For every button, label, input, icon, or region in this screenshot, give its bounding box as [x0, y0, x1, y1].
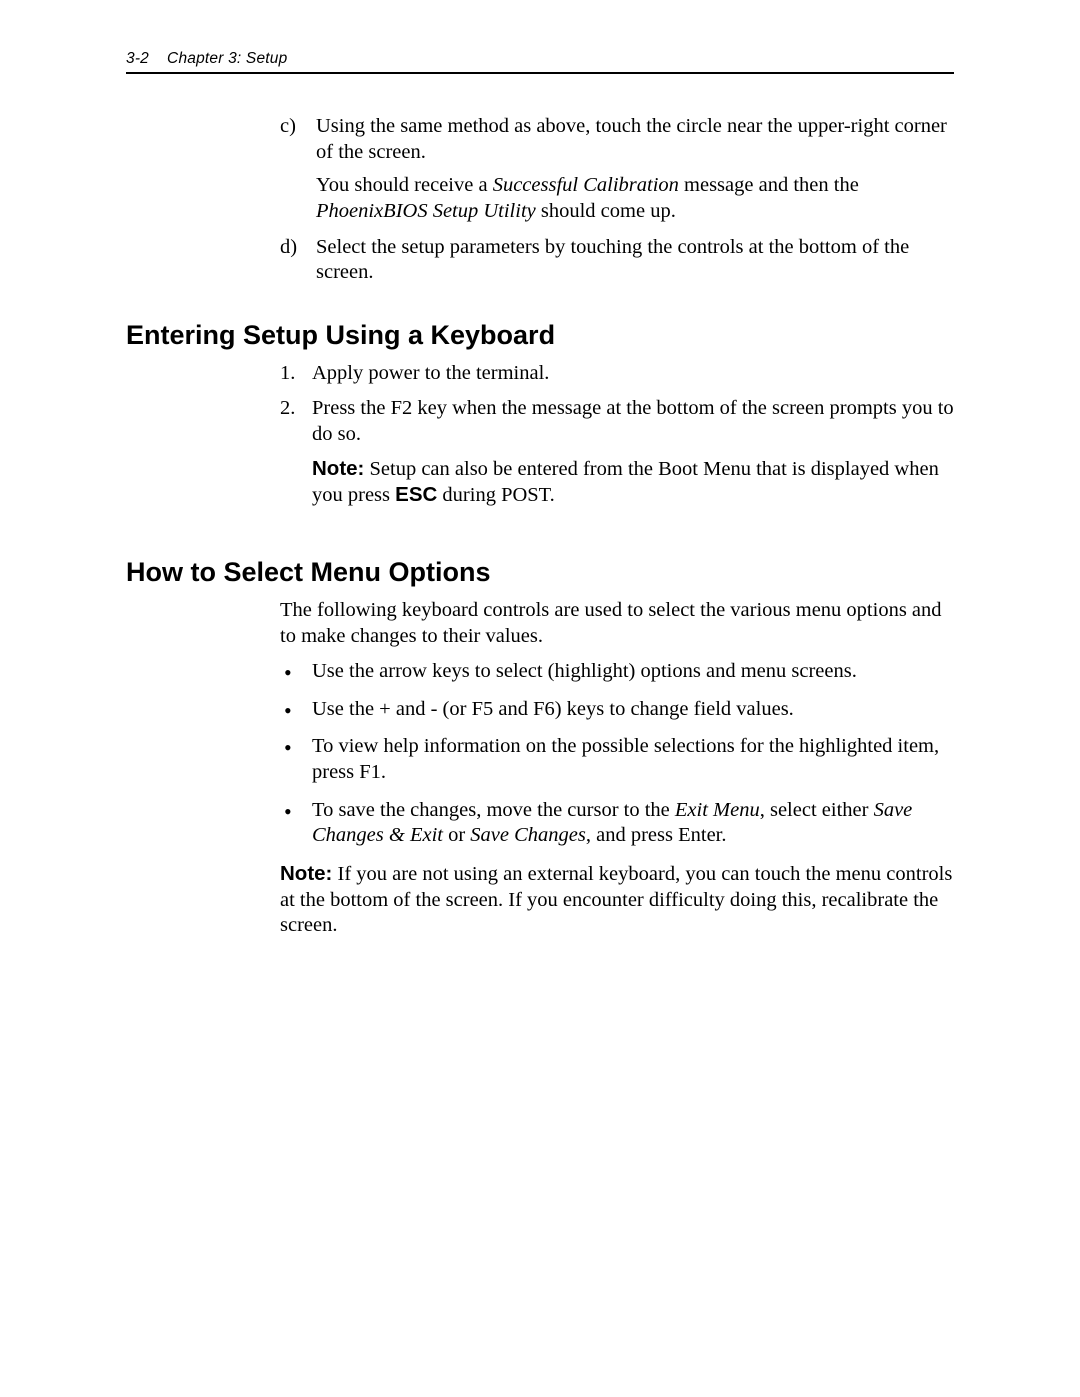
key-esc: ESC — [395, 483, 437, 506]
list-marker-d: d) — [280, 235, 297, 261]
lettered-list: c) Using the same method as above, touch… — [280, 114, 954, 286]
emphasis-save-changes: Save Changes — [470, 824, 586, 846]
list-item-2: 2. Press the F2 key when the message at … — [280, 396, 954, 509]
list-marker-2: 2. — [280, 396, 295, 422]
note-label: Note: — [312, 457, 364, 480]
note-setup: Note: Setup can also be entered from the… — [312, 456, 954, 509]
list-marker-c: c) — [280, 114, 296, 140]
list-item-c: c) Using the same method as above, touch… — [280, 114, 954, 225]
emphasis-exit-menu: Exit Menu — [675, 799, 760, 821]
numbered-list: 1. Apply power to the terminal. 2. Press… — [280, 361, 954, 509]
header-rule — [126, 72, 954, 74]
note-label-2: Note: — [280, 862, 332, 885]
list-item-d: d) Select the setup parameters by touchi… — [280, 235, 954, 286]
emphasis-successful-calibration: Successful Calibration — [493, 174, 679, 196]
list-text-2: Press the F2 key when the message at the… — [312, 397, 954, 445]
heading-entering-setup: Entering Setup Using a Keyboard — [126, 320, 954, 351]
bullet-list: Use the arrow keys to select (highlight)… — [280, 659, 954, 849]
header-chapter-title: Chapter 3: Setup — [167, 50, 287, 67]
list-text-d: Select the setup parameters by touching … — [316, 236, 909, 284]
bullet-arrow-keys: Use the arrow keys to select (highlight)… — [280, 659, 954, 685]
emphasis-phoenixbios: PhoenixBIOS Setup Utility — [316, 200, 536, 222]
header-page-number: 3-2 — [126, 50, 149, 67]
section2-intro: The following keyboard controls are used… — [280, 598, 954, 649]
list-marker-1: 1. — [280, 361, 295, 387]
bullet-plus-minus: Use the + and - (or F5 and F6) keys to c… — [280, 697, 954, 723]
bullet-save-changes: To save the changes, move the cursor to … — [280, 798, 954, 849]
list-text-1: Apply power to the terminal. — [312, 362, 549, 384]
page: 3-2 Chapter 3: Setup c) Using the same m… — [0, 0, 1080, 1397]
note-external-keyboard: Note: If you are not using an external k… — [280, 861, 954, 939]
list-subpara-c: You should receive a Successful Calibrat… — [316, 173, 954, 224]
list-item-1: 1. Apply power to the terminal. — [280, 361, 954, 387]
running-header: 3-2 Chapter 3: Setup — [126, 50, 954, 68]
list-text-c: Using the same method as above, touch th… — [316, 115, 947, 163]
bullet-help-f1: To view help information on the possible… — [280, 734, 954, 785]
heading-select-menu-options: How to Select Menu Options — [126, 557, 954, 588]
